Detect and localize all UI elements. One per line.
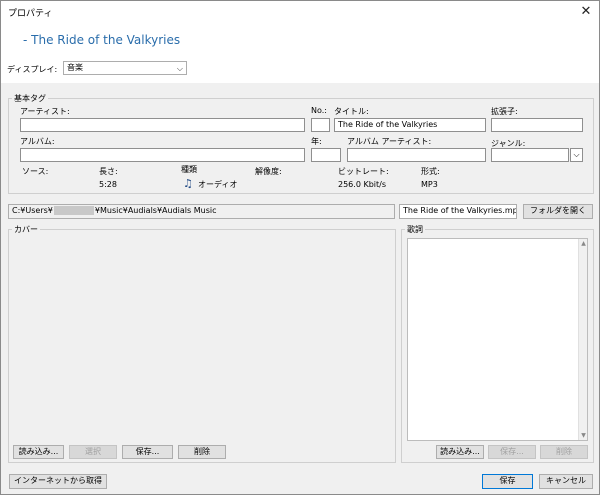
length-value: 5:28 — [99, 180, 117, 189]
title-input[interactable]: The Ride of the Valkyries — [334, 118, 486, 132]
properties-window: プロパティ ✕ - The Ride of the Valkyries ディスプ… — [0, 0, 600, 495]
chevron-down-icon: ⌵ — [176, 64, 183, 73]
album-artist-input[interactable] — [347, 148, 486, 162]
cover-delete-button[interactable]: 削除 — [178, 445, 226, 459]
length-label: 長さ: — [99, 167, 118, 176]
close-icon[interactable]: ✕ — [577, 3, 595, 21]
chevron-down-icon: ⌵ — [573, 150, 580, 159]
format-value: MP3 — [421, 180, 438, 189]
title-label: タイトル: — [334, 107, 369, 116]
cover-save-button[interactable]: 保存... — [122, 445, 173, 459]
header-area: - The Ride of the Valkyries ディスプレイ: 音楽 ⌵ — [1, 23, 599, 83]
cover-group: カバー 読み込み... 選択 保存... 削除 — [8, 224, 396, 463]
kind-value: オーディオ — [198, 180, 238, 189]
basic-tags-label: 基本タグ — [12, 93, 48, 104]
music-note-icon: ♫ — [183, 177, 193, 190]
lyrics-group: 歌詞 ▲ ▼ 読み込み... 保存... 削除 — [401, 224, 594, 463]
file-path-field[interactable]: C:¥Users¥ ¥Music¥Audials¥Audials Music — [8, 204, 395, 219]
bitrate-label: ビットレート: — [338, 167, 389, 176]
file-path-suffix: ¥Music¥Audials¥Audials Music — [94, 206, 217, 215]
save-button[interactable]: 保存 — [482, 474, 533, 489]
lyrics-save-button[interactable]: 保存... — [488, 445, 536, 459]
file-path-prefix: C:¥Users¥ — [12, 206, 53, 215]
kind-label: 種類 — [181, 165, 197, 174]
basic-tags-group: 基本タグ アーティスト: No.: タイトル: The Ride of the … — [8, 93, 594, 194]
scroll-up-icon[interactable]: ▲ — [579, 239, 588, 248]
extension-label: 拡張子: — [491, 107, 518, 116]
redacted-username — [53, 206, 94, 215]
artist-label: アーティスト: — [20, 107, 70, 116]
cancel-button[interactable]: キャンセル — [539, 474, 593, 489]
album-artist-label: アルバム アーティスト: — [347, 137, 432, 146]
cover-load-button[interactable]: 読み込み... — [13, 445, 64, 459]
lyrics-load-button[interactable]: 読み込み... — [436, 445, 484, 459]
cover-label: カバー — [12, 224, 40, 235]
lyrics-textarea[interactable]: ▲ ▼ — [407, 238, 588, 441]
year-label: 年: — [311, 137, 322, 146]
cover-select-button[interactable]: 選択 — [69, 445, 117, 459]
album-input[interactable] — [20, 148, 305, 162]
no-label: No.: — [311, 106, 327, 115]
lyrics-delete-button[interactable]: 削除 — [540, 445, 588, 459]
extension-input[interactable] — [491, 118, 583, 132]
album-label: アルバム: — [20, 137, 55, 146]
artist-input[interactable] — [20, 118, 305, 132]
window-title: プロパティ — [8, 9, 53, 19]
get-from-internet-button[interactable]: インターネットから取得 — [9, 474, 107, 489]
body-area: 基本タグ アーティスト: No.: タイトル: The Ride of the … — [1, 83, 599, 494]
genre-dropdown-button[interactable]: ⌵ — [570, 148, 583, 162]
display-label: ディスプレイ: — [7, 65, 58, 74]
display-select[interactable]: 音楽 ⌵ — [63, 61, 187, 75]
year-input[interactable] — [311, 148, 341, 162]
source-label: ソース: — [22, 167, 49, 176]
track-title: - The Ride of the Valkyries — [23, 33, 181, 47]
scroll-down-icon[interactable]: ▼ — [579, 431, 588, 440]
lyrics-scrollbar[interactable]: ▲ ▼ — [578, 239, 587, 440]
bitrate-value: 256.0 Kbit/s — [338, 180, 386, 189]
genre-input[interactable] — [491, 148, 569, 162]
resolution-label: 解像度: — [255, 167, 282, 176]
format-label: 形式: — [421, 167, 440, 176]
display-select-value: 音楽 — [67, 63, 83, 72]
filename-field[interactable]: The Ride of the Valkyries.mp3 — [399, 204, 517, 219]
lyrics-label: 歌詞 — [405, 224, 425, 235]
open-folder-button[interactable]: フォルダを開く — [523, 204, 593, 219]
track-number-input[interactable] — [311, 118, 330, 132]
title-bar: プロパティ ✕ — [1, 1, 599, 23]
